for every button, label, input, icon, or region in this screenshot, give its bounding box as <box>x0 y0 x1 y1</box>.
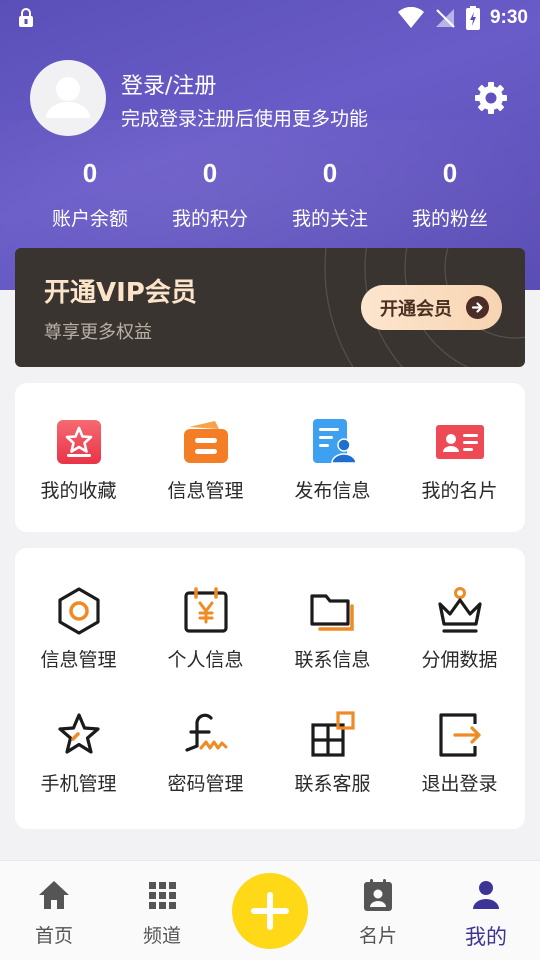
wallet-icon <box>183 421 228 463</box>
tab-label: 频道 <box>142 925 181 947</box>
calendar-yen-icon <box>183 587 228 633</box>
tab-mine[interactable]: 我的 <box>432 861 540 951</box>
profile-header: 9:30 登录/注册 完成登录注册后使用更多功能 0 账户余额 0 我的积分 0… <box>0 0 540 290</box>
quick-action-info-manage[interactable]: 信息管理 <box>142 417 269 503</box>
service-info-manage[interactable]: 信息管理 <box>15 586 142 672</box>
service-label: 信息管理 <box>40 649 117 671</box>
services-card: 信息管理 个人信息 联系信息 分佣数据 手机管理 密码管理 联系客服 退出登录 <box>15 548 525 829</box>
favorites-icon <box>56 420 101 464</box>
person-icon <box>473 881 499 909</box>
vip-title: 开通VIP会员 <box>44 278 197 308</box>
publish-icon <box>312 419 357 464</box>
tab-channel[interactable]: 频道 <box>108 861 216 948</box>
grid-icon <box>149 882 176 909</box>
service-contact-info[interactable]: 联系信息 <box>269 586 396 672</box>
service-commission-data[interactable]: 分佣数据 <box>396 586 523 672</box>
quick-actions-card: 我的收藏 信息管理 发布信息 我的名片 <box>15 383 525 532</box>
service-logout[interactable]: 退出登录 <box>396 710 523 796</box>
bottom-tab-bar: 首页 频道 名片 我的 <box>0 860 540 960</box>
contact-card-icon <box>364 879 392 911</box>
service-password-manage[interactable]: 密码管理 <box>142 710 269 796</box>
stat-balance[interactable]: 0 账户余额 <box>30 158 150 231</box>
quick-action-label: 我的名片 <box>421 480 498 502</box>
service-customer-support[interactable]: 联系客服 <box>269 710 396 796</box>
tab-label: 首页 <box>34 925 73 947</box>
status-bar: 9:30 <box>0 0 540 36</box>
service-label: 个人信息 <box>167 649 244 671</box>
stat-label: 账户余额 <box>51 208 128 230</box>
service-label: 密码管理 <box>167 773 244 795</box>
stat-value: 0 <box>442 158 458 188</box>
add-icon <box>251 892 289 930</box>
avatar[interactable] <box>30 60 106 136</box>
stat-label: 我的积分 <box>171 208 248 230</box>
open-vip-label: 开通会员 <box>380 298 452 320</box>
battery-icon <box>465 6 480 30</box>
avatar-person-icon <box>46 77 90 118</box>
tab-label: 我的 <box>465 925 507 949</box>
quick-action-label: 我的收藏 <box>40 480 117 502</box>
crown-icon <box>437 587 482 633</box>
business-card-icon <box>435 425 484 459</box>
stat-label: 我的关注 <box>291 208 368 230</box>
tab-home[interactable]: 首页 <box>0 861 108 948</box>
apps-icon <box>310 711 355 757</box>
stat-value: 0 <box>322 158 338 188</box>
stats-row: 0 账户余额 0 我的积分 0 我的关注 0 我的粉丝 <box>30 158 510 231</box>
hexagon-icon <box>57 587 100 635</box>
vip-subtitle: 尊享更多权益 <box>44 322 152 343</box>
add-button[interactable] <box>232 873 308 949</box>
no-signal-icon <box>435 9 455 28</box>
logout-icon <box>438 713 481 757</box>
quick-action-favorites[interactable]: 我的收藏 <box>15 417 142 503</box>
stat-points[interactable]: 0 我的积分 <box>150 158 270 231</box>
open-vip-button[interactable]: 开通会员 <box>361 285 502 330</box>
service-label: 退出登录 <box>421 773 498 795</box>
service-label: 联系信息 <box>294 649 371 671</box>
settings-gear-icon[interactable] <box>473 80 509 116</box>
stat-following[interactable]: 0 我的关注 <box>270 158 390 231</box>
quick-action-label: 信息管理 <box>167 480 244 502</box>
login-hint: 完成登录注册后使用更多功能 <box>121 108 369 130</box>
stat-value: 0 <box>82 158 98 188</box>
wifi-icon <box>397 7 424 28</box>
tab-label: 名片 <box>358 925 397 947</box>
quick-action-label: 发布信息 <box>294 480 371 502</box>
service-label: 手机管理 <box>40 773 117 795</box>
signature-icon <box>184 713 227 752</box>
login-register-link[interactable]: 登录/注册 <box>121 68 216 100</box>
vip-banner[interactable]: 开通VIP会员 尊享更多权益 开通会员 <box>15 248 525 367</box>
arrow-right-icon <box>466 296 489 319</box>
stat-label: 我的粉丝 <box>411 208 488 230</box>
quick-action-publish[interactable]: 发布信息 <box>269 417 396 503</box>
quick-action-business-card[interactable]: 我的名片 <box>396 417 523 503</box>
star-icon <box>57 713 100 754</box>
stat-value: 0 <box>202 158 218 188</box>
service-label: 联系客服 <box>294 773 371 795</box>
service-phone-manage[interactable]: 手机管理 <box>15 710 142 796</box>
status-time: 9:30 <box>489 7 528 28</box>
stat-fans[interactable]: 0 我的粉丝 <box>390 158 510 231</box>
home-icon <box>39 881 69 909</box>
service-label: 分佣数据 <box>421 649 498 671</box>
folder-icon <box>309 594 354 631</box>
service-personal-info[interactable]: 个人信息 <box>142 586 269 672</box>
lock-icon <box>19 8 33 27</box>
tab-card[interactable]: 名片 <box>324 861 432 948</box>
